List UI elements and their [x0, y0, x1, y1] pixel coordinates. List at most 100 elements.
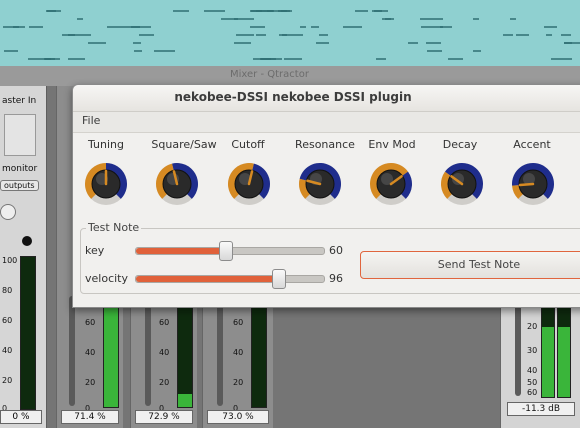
squaresaw-knob[interactable]	[153, 160, 201, 208]
key-value: 60	[329, 244, 343, 257]
track-note	[300, 26, 306, 28]
track-note	[154, 50, 175, 52]
rscale-40: 40	[527, 366, 538, 375]
track-note	[561, 34, 571, 36]
track-note	[316, 42, 329, 44]
track-note	[131, 26, 151, 28]
fader[interactable]	[217, 296, 223, 406]
scale-60: 60	[159, 318, 170, 327]
track-note	[376, 58, 386, 60]
track-note	[503, 34, 513, 36]
rscale-20: 20	[527, 322, 538, 331]
scale-60: 60	[233, 318, 244, 327]
track-note	[408, 42, 418, 44]
track-note	[77, 18, 83, 20]
test-note-title: Test Note	[86, 221, 142, 234]
resonance-knob[interactable]	[296, 160, 344, 208]
track-note	[173, 10, 189, 12]
track-note	[544, 26, 557, 28]
track-note	[256, 34, 266, 36]
rscale-50: 50	[527, 378, 538, 387]
scale-40: 40	[85, 348, 96, 357]
track-note	[546, 34, 552, 36]
velocity-value: 96	[329, 272, 343, 285]
track-note	[448, 58, 463, 60]
master-value[interactable]: 0 %	[0, 410, 42, 424]
envmod-knob[interactable]	[367, 160, 415, 208]
pan-knob[interactable]	[0, 204, 16, 220]
track-note	[204, 10, 225, 12]
strip-value[interactable]: 72.9 %	[135, 410, 193, 424]
fader[interactable]	[69, 296, 75, 406]
strip-meter-right	[557, 296, 571, 398]
record-led[interactable]	[22, 236, 32, 246]
track-note	[3, 26, 19, 28]
accent-knob[interactable]	[509, 160, 557, 208]
track-note	[278, 10, 290, 12]
strip-value[interactable]: -11.3 dB	[507, 402, 575, 416]
scale-20: 20	[2, 376, 13, 385]
send-test-note-button[interactable]: Send Test Note	[360, 251, 580, 279]
key-slider-fill	[136, 248, 225, 254]
track-note	[236, 34, 254, 36]
track-note	[62, 34, 75, 36]
plugin-titlebar[interactable]: nekobee-DSSI nekobee DSSI plugin	[73, 85, 580, 112]
strip-value[interactable]: 71.4 %	[61, 410, 119, 424]
cutoff-knob[interactable]	[225, 160, 273, 208]
mixer-title: Mixer - Qtractor	[230, 69, 309, 80]
track-note	[45, 58, 55, 60]
velocity-slider-fill	[136, 276, 279, 282]
rscale-30: 30	[527, 346, 538, 355]
window-title: nekobee-DSSI nekobee DSSI plugin	[174, 90, 412, 104]
master-label: aster In	[2, 96, 37, 106]
velocity-label: velocity	[85, 272, 128, 285]
track-note	[253, 58, 271, 60]
master-strip: aster In monitor outputs 100 80 60 40 20…	[0, 86, 47, 428]
track-note	[284, 58, 302, 60]
velocity-slider-handle[interactable]	[272, 269, 287, 289]
scale-40: 40	[159, 348, 170, 357]
rscale-60: 60	[527, 388, 538, 397]
track-note	[385, 18, 394, 20]
decay-knob[interactable]	[438, 160, 486, 208]
knob-label-tuning: Tuning	[87, 138, 124, 151]
track-note	[319, 34, 328, 36]
tuning-knob[interactable]	[82, 160, 130, 208]
track-note	[420, 18, 443, 20]
track-note	[372, 10, 382, 12]
scale-20: 20	[233, 378, 244, 387]
track-note	[68, 58, 85, 60]
outputs-button[interactable]: outputs	[0, 180, 39, 191]
scale-20: 20	[159, 378, 170, 387]
scale-20: 20	[85, 378, 96, 387]
scale-60: 60	[85, 318, 96, 327]
menu-file[interactable]: File	[82, 114, 100, 127]
track-note	[133, 42, 141, 44]
track-note	[234, 42, 251, 44]
velocity-slider[interactable]	[135, 269, 325, 289]
track-note	[427, 50, 442, 52]
fader[interactable]	[145, 296, 151, 406]
menu-bar	[73, 112, 580, 133]
fader[interactable]	[515, 296, 521, 396]
track-note	[4, 50, 18, 52]
key-label: key	[85, 244, 105, 257]
key-slider-handle[interactable]	[218, 241, 233, 261]
strip-value[interactable]: 73.0 %	[207, 410, 269, 424]
track-note	[473, 50, 481, 52]
monitor-label[interactable]: monitor	[2, 164, 37, 174]
track-note	[88, 42, 106, 44]
key-slider[interactable]	[135, 241, 325, 261]
track-note	[473, 18, 479, 20]
strip-meter-left	[541, 296, 555, 398]
knob-label-accent: Accent	[513, 138, 551, 151]
track-note	[250, 26, 265, 28]
master-display	[4, 114, 36, 156]
track-note	[510, 18, 516, 20]
master-meter	[20, 256, 36, 410]
track-note	[221, 18, 238, 20]
scale-80: 80	[2, 286, 13, 295]
track-note	[564, 42, 572, 44]
track-note	[47, 10, 56, 12]
track-note	[134, 50, 142, 52]
